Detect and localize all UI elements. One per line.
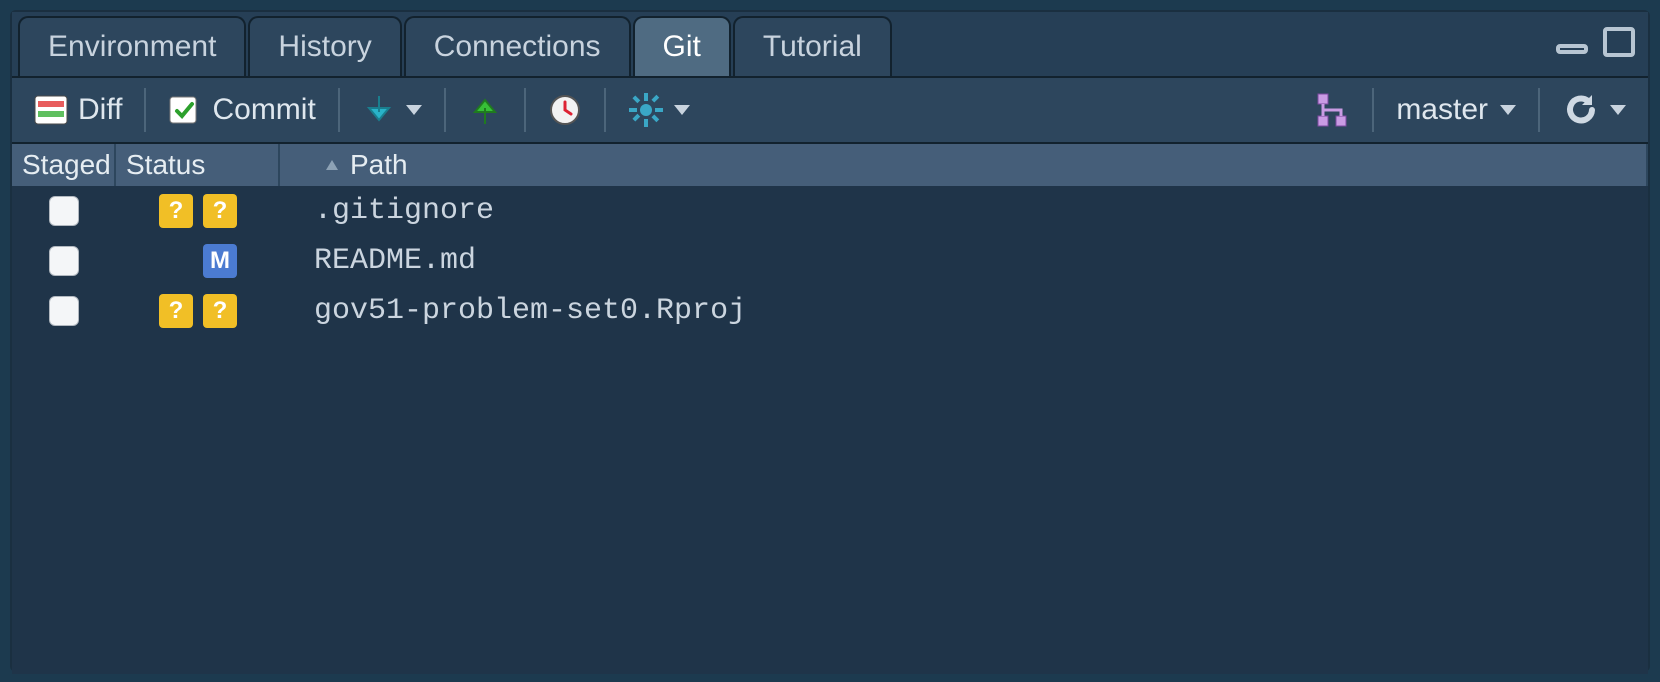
- tab-environment[interactable]: Environment: [18, 16, 246, 76]
- caret-down-icon: [674, 105, 690, 115]
- tab-label: Tutorial: [763, 30, 862, 63]
- stage-checkbox[interactable]: [49, 296, 79, 326]
- branch-selector[interactable]: master: [1388, 93, 1524, 127]
- tab-git[interactable]: Git: [633, 16, 731, 76]
- caret-down-icon: [1610, 105, 1626, 115]
- separator: [1372, 88, 1374, 132]
- separator: [524, 88, 526, 132]
- tab-label: Environment: [48, 30, 216, 63]
- branch-icon: [1314, 92, 1350, 128]
- clock-icon: [548, 93, 582, 127]
- tab-connections[interactable]: Connections: [404, 16, 631, 76]
- status-cell: ? ?: [116, 294, 280, 328]
- new-branch-button[interactable]: [1306, 88, 1358, 132]
- file-row[interactable]: ? ? gov51-problem-set0.Rproj: [12, 286, 1648, 336]
- sort-icon: [324, 158, 340, 172]
- commit-button[interactable]: Commit: [160, 89, 323, 131]
- history-button[interactable]: [540, 89, 590, 131]
- refresh-icon: [1562, 91, 1600, 129]
- stage-checkbox[interactable]: [49, 196, 79, 226]
- status-unstaged-badge: ?: [203, 194, 237, 228]
- refresh-button[interactable]: [1554, 87, 1634, 133]
- file-row[interactable]: M README.md: [12, 236, 1648, 286]
- file-path: .gitignore: [280, 194, 1648, 228]
- file-path: gov51-problem-set0.Rproj: [280, 294, 1648, 328]
- tab-label: History: [278, 30, 371, 63]
- diff-label: Diff: [78, 93, 122, 127]
- gear-icon: [628, 92, 664, 128]
- commit-icon: [168, 93, 202, 127]
- diff-button[interactable]: Diff: [26, 89, 130, 131]
- git-pane: Environment History Connections Git Tuto…: [10, 10, 1650, 672]
- tab-history[interactable]: History: [248, 16, 401, 76]
- more-button[interactable]: [620, 88, 698, 132]
- push-up-icon: [468, 93, 502, 127]
- caret-down-icon: [1500, 105, 1516, 115]
- caret-down-icon: [406, 105, 422, 115]
- tab-label: Connections: [434, 30, 601, 63]
- file-list: ? ? .gitignore M README.md ? ? gov51-pro…: [12, 186, 1648, 674]
- tab-label: Git: [663, 30, 701, 63]
- file-path: README.md: [280, 244, 1648, 278]
- tab-tutorial[interactable]: Tutorial: [733, 16, 892, 76]
- minimize-icon[interactable]: [1556, 30, 1592, 56]
- branch-name: master: [1396, 93, 1488, 127]
- pull-button[interactable]: [354, 89, 430, 131]
- separator: [444, 88, 446, 132]
- column-staged[interactable]: Staged: [12, 144, 116, 186]
- status-staged-badge: ?: [159, 194, 193, 228]
- status-cell: M: [116, 244, 280, 278]
- file-row[interactable]: ? ? .gitignore: [12, 186, 1648, 236]
- status-unstaged-badge: ?: [203, 294, 237, 328]
- tab-strip: Environment History Connections Git Tuto…: [12, 12, 1648, 76]
- separator: [144, 88, 146, 132]
- pull-down-icon: [362, 93, 396, 127]
- separator: [1538, 88, 1540, 132]
- column-headers: Staged Status Path: [12, 144, 1648, 186]
- status-cell: ? ?: [116, 194, 280, 228]
- separator: [604, 88, 606, 132]
- status-unstaged-badge: M: [203, 244, 237, 278]
- column-path[interactable]: Path: [280, 144, 1648, 186]
- maximize-icon[interactable]: [1602, 26, 1638, 60]
- status-staged-badge: ?: [159, 294, 193, 328]
- separator: [338, 88, 340, 132]
- diff-icon: [34, 95, 68, 125]
- column-status[interactable]: Status: [116, 144, 280, 186]
- git-toolbar: Diff Commit: [12, 76, 1648, 144]
- push-button[interactable]: [460, 89, 510, 131]
- commit-label: Commit: [212, 93, 315, 127]
- window-controls: [1556, 26, 1638, 60]
- stage-checkbox[interactable]: [49, 246, 79, 276]
